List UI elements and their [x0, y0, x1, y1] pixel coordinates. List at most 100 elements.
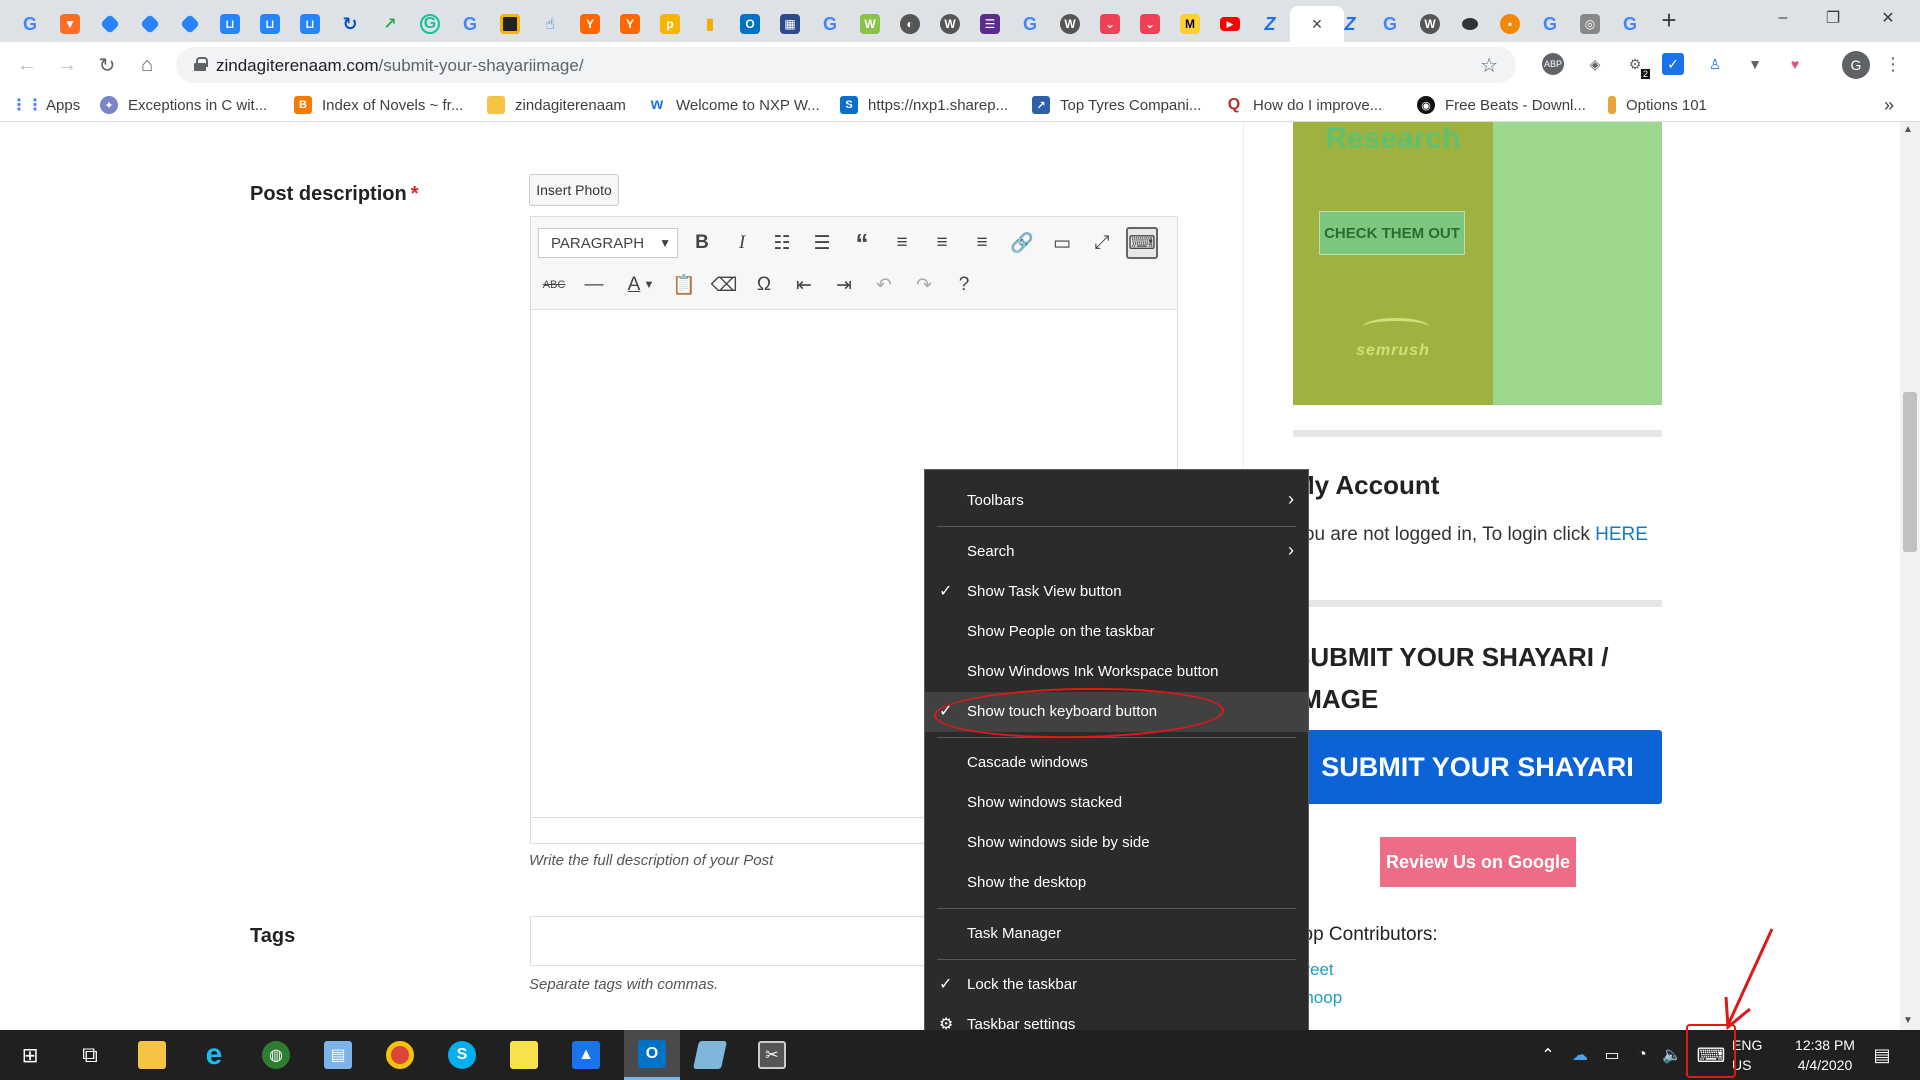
tab-pocket-2[interactable]: ⌄: [1130, 6, 1170, 42]
tab-pocket-1[interactable]: ⌄: [1090, 6, 1130, 42]
tab-wattpad[interactable]: W: [850, 6, 890, 42]
close-window-button[interactable]: ✕: [1865, 0, 1911, 36]
bookmark-exceptions[interactable]: ✦ Exceptions in C wit...: [100, 94, 267, 116]
tab-gitlab[interactable]: ▼: [50, 6, 90, 42]
close-tab-icon[interactable]: ×: [1312, 14, 1323, 35]
address-bar[interactable]: zindagiterenaam.com/submit-your-shayarii…: [176, 47, 1516, 83]
person-extension-icon[interactable]: ♙: [1702, 51, 1728, 77]
read-more-icon[interactable]: ▭: [1046, 227, 1078, 259]
menu-item-task-manager[interactable]: Task Manager: [925, 914, 1308, 954]
onedrive-icon[interactable]: ☁: [1566, 1030, 1594, 1080]
menu-item-stacked[interactable]: Show windows stacked: [925, 783, 1308, 823]
maximize-button[interactable]: ❐: [1810, 0, 1856, 36]
tab-producthunt[interactable]: p: [650, 6, 690, 42]
tab-stackedit[interactable]: ☰: [970, 6, 1010, 42]
menu-item-show-desktop[interactable]: Show the desktop: [925, 863, 1308, 903]
text-color-dropdown-icon[interactable]: ▼: [641, 269, 657, 301]
tab-calendar[interactable]: ▦: [770, 6, 810, 42]
bookmarks-overflow[interactable]: »: [1884, 94, 1894, 116]
bookmark-nxp[interactable]: w Welcome to NXP W...: [648, 94, 820, 116]
chart-extension-icon[interactable]: ✓: [1662, 53, 1684, 75]
tab-jira-1[interactable]: [90, 6, 130, 42]
indent-icon[interactable]: ⇥: [828, 269, 860, 301]
tab-bitbucket-2[interactable]: ⊔: [250, 6, 290, 42]
menu-item-show-ink[interactable]: Show Windows Ink Workspace button: [925, 652, 1308, 692]
forward-arrow-icon[interactable]: →: [52, 50, 82, 80]
menu-kebab-icon[interactable]: ⋮: [1880, 51, 1906, 77]
extension-badge-icon[interactable]: ⚙ 2: [1622, 51, 1650, 79]
blockquote-icon[interactable]: “: [846, 227, 878, 259]
taskbar-outlook[interactable]: O: [624, 1030, 680, 1080]
bookmark-novels[interactable]: B Index of Novels ~ fr...: [294, 94, 463, 116]
link-icon[interactable]: 🔗: [1006, 227, 1038, 259]
bold-icon[interactable]: B: [686, 227, 718, 259]
volume-icon[interactable]: 🔈: [1658, 1030, 1686, 1080]
fullscreen-icon[interactable]: ⤢: [1086, 227, 1118, 259]
tab-wordpress-1[interactable]: W: [930, 6, 970, 42]
menu-item-show-task-view[interactable]: ✓ Show Task View button: [925, 572, 1308, 612]
tab-ycombinator-2[interactable]: Y: [610, 6, 650, 42]
align-center-icon[interactable]: ≡: [926, 227, 958, 259]
menu-item-side-by-side[interactable]: Show windows side by side: [925, 823, 1308, 863]
ad-cta-button[interactable]: CHECK THEM OUT: [1319, 211, 1465, 255]
strikethrough-icon[interactable]: ABC: [538, 269, 570, 301]
semrush-ad[interactable]: Research CHECK THEM OUT semrush: [1293, 122, 1662, 405]
taskbar-snipping-tool[interactable]: ✂: [748, 1030, 796, 1080]
menu-item-show-people[interactable]: Show People on the taskbar: [925, 612, 1308, 652]
bookmark-zindagiterenaam[interactable]: zindagiterenaam: [487, 94, 626, 116]
tab-cast[interactable]: ◎: [1570, 6, 1610, 42]
tab-google-6[interactable]: G: [1530, 6, 1570, 42]
profile-avatar[interactable]: G: [1842, 51, 1870, 79]
tab-bitbucket-1[interactable]: ⊔: [210, 6, 250, 42]
reload-icon[interactable]: ↻: [92, 50, 122, 80]
horizontal-line-icon[interactable]: —: [578, 269, 610, 301]
wifi-icon[interactable]: ◔: [1628, 1030, 1656, 1080]
tab-z-1[interactable]: Z: [1250, 6, 1290, 42]
submit-shayari-button[interactable]: SUBMIT YOUR SHAYARI: [1293, 730, 1662, 804]
tags-input[interactable]: [530, 916, 930, 966]
taskbar-paint[interactable]: ▤: [314, 1030, 362, 1080]
start-button[interactable]: ⊞: [6, 1030, 54, 1080]
menu-item-cascade[interactable]: Cascade windows: [925, 743, 1308, 783]
align-left-icon[interactable]: ≡: [886, 227, 918, 259]
insert-photo-button[interactable]: Insert Photo: [529, 174, 619, 206]
battery-icon[interactable]: ▭: [1598, 1030, 1626, 1080]
toolbar-toggle-icon[interactable]: ⌨: [1126, 227, 1158, 259]
back-arrow-icon[interactable]: ←: [12, 50, 42, 80]
taskbar-sticky-notes[interactable]: [500, 1030, 548, 1080]
tab-slides[interactable]: [490, 6, 530, 42]
home-icon[interactable]: ⌂: [132, 50, 162, 80]
align-right-icon[interactable]: ≡: [966, 227, 998, 259]
input-language[interactable]: ENG US: [1732, 1035, 1762, 1075]
menu-item-lock-taskbar[interactable]: ✓ Lock the taskbar: [925, 965, 1308, 1005]
italic-icon[interactable]: I: [726, 227, 758, 259]
tab-chat[interactable]: [1450, 6, 1490, 42]
tab-ycombinator-1[interactable]: Y: [570, 6, 610, 42]
tag-icon[interactable]: ◈: [1582, 51, 1608, 77]
bullet-list-icon[interactable]: ☷: [766, 227, 798, 259]
heart-extension-icon[interactable]: ♥: [1782, 51, 1808, 77]
bookmark-quora[interactable]: Q How do I improve...: [1225, 94, 1382, 116]
taskbar-notepad[interactable]: [686, 1030, 734, 1080]
paste-text-icon[interactable]: 📋: [668, 269, 700, 301]
tab-google-7[interactable]: G: [1610, 6, 1650, 42]
menu-item-search[interactable]: Search ›: [925, 532, 1308, 572]
show-hidden-icons[interactable]: ⌃: [1536, 1030, 1560, 1080]
tab-wordpress-2[interactable]: W: [1050, 6, 1090, 42]
taskbar-chrome[interactable]: [376, 1030, 424, 1080]
numbered-list-icon[interactable]: ☰: [806, 227, 838, 259]
vuetify-extension-icon[interactable]: ▼: [1742, 51, 1768, 77]
tab-touch[interactable]: ☝: [530, 6, 570, 42]
redo-icon[interactable]: ↷: [908, 269, 940, 301]
adblock-icon[interactable]: ABP: [1542, 53, 1564, 75]
taskbar-internet-explorer[interactable]: e: [190, 1030, 238, 1080]
taskbar-skype[interactable]: S: [438, 1030, 486, 1080]
bookmark-sharepoint[interactable]: Shttps://nxp1.sharep...: [840, 94, 1008, 116]
menu-item-toolbars[interactable]: Toolbars ›: [925, 481, 1308, 521]
bookmark-tyres[interactable]: ↗ Top Tyres Compani...: [1032, 94, 1201, 116]
minimize-button[interactable]: –: [1760, 0, 1806, 36]
scroll-up-arrow-icon[interactable]: ▲: [1903, 124, 1913, 135]
outdent-icon[interactable]: ⇤: [788, 269, 820, 301]
tab-drawio[interactable]: ▪: [1490, 6, 1530, 42]
tab-grammarly[interactable]: G: [410, 6, 450, 42]
